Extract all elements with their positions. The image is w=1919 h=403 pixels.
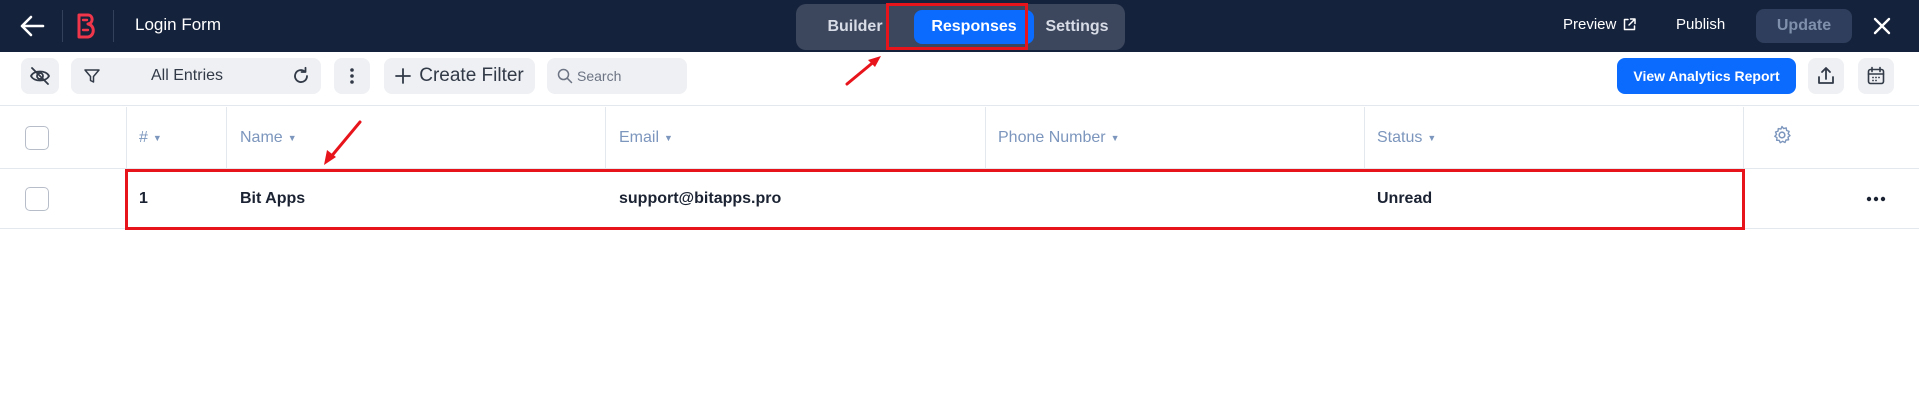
column-header-index[interactable]: # ▼ <box>139 107 162 169</box>
eye-off-icon <box>29 67 51 85</box>
column-divider <box>126 107 127 169</box>
sort-caret-icon: ▼ <box>152 133 162 143</box>
horizontal-dots-icon <box>1866 196 1886 202</box>
tab-responses[interactable]: Responses <box>914 10 1034 44</box>
search-box[interactable] <box>547 58 687 94</box>
column-label: Email <box>619 129 660 146</box>
column-divider <box>605 107 606 169</box>
row-menu-button[interactable] <box>1862 187 1890 211</box>
column-header-email[interactable]: Email ▼ <box>619 107 673 169</box>
top-bar: Login Form Builder Responses Settings Pr… <box>0 0 1919 52</box>
create-filter-button[interactable]: Create Filter <box>384 58 535 94</box>
external-link-icon <box>1624 18 1637 31</box>
select-all-checkbox[interactable] <box>25 126 49 150</box>
date-filter-button[interactable] <box>1858 58 1894 94</box>
entries-filter-dropdown[interactable]: All Entries <box>71 58 321 94</box>
sort-caret-icon: ▼ <box>664 133 673 143</box>
filter-icon <box>84 69 100 83</box>
column-divider <box>226 107 227 169</box>
tab-builder[interactable]: Builder <box>806 10 904 44</box>
gear-icon[interactable] <box>1772 125 1792 145</box>
column-label: Phone Number <box>998 129 1106 146</box>
column-divider <box>1364 107 1365 169</box>
entries-label: All Entries <box>151 67 224 84</box>
sort-caret-icon: ▼ <box>287 133 297 143</box>
column-header-phone[interactable]: Phone Number ▼ <box>998 107 1120 169</box>
more-options-button[interactable] <box>334 58 370 94</box>
column-label: Name <box>240 129 283 146</box>
close-icon <box>1873 17 1891 35</box>
calendar-icon <box>1867 66 1885 85</box>
refresh-icon[interactable] <box>291 66 311 86</box>
update-button[interactable]: Update <box>1756 9 1852 43</box>
column-divider <box>1743 107 1744 169</box>
search-input[interactable] <box>577 68 677 84</box>
divider <box>62 10 63 42</box>
column-divider <box>985 107 986 169</box>
sort-caret-icon: ▼ <box>1110 133 1120 143</box>
divider <box>113 10 114 42</box>
publish-button[interactable]: Publish <box>1676 16 1725 33</box>
create-filter-label: Create Filter <box>419 65 524 86</box>
hide-columns-button[interactable] <box>21 58 59 94</box>
column-header-name[interactable]: Name ▼ <box>240 107 297 169</box>
search-icon <box>557 68 573 84</box>
tab-switcher: Builder Responses Settings <box>796 4 1125 50</box>
cell-status: Unread <box>1377 190 1433 207</box>
cell-email: support@bitapps.pro <box>619 190 782 207</box>
form-title: Login Form <box>135 15 221 34</box>
table-row[interactable]: 1 Bit Apps support@bitapps.pro Unread <box>0 169 1919 229</box>
toolbar: All Entries Create Filter View Analytics… <box>0 52 1919 106</box>
column-label: Status <box>1377 129 1423 146</box>
column-label: # <box>139 129 148 146</box>
tab-settings[interactable]: Settings <box>1036 10 1118 44</box>
upload-icon <box>1818 67 1834 84</box>
sort-caret-icon: ▼ <box>1427 133 1437 143</box>
plus-icon <box>395 68 412 84</box>
preview-label: Preview <box>1563 16 1617 33</box>
close-button[interactable] <box>1868 12 1896 40</box>
row-checkbox[interactable] <box>25 187 49 211</box>
column-header-status[interactable]: Status ▼ <box>1377 107 1436 169</box>
vertical-dots-icon <box>350 68 354 84</box>
view-analytics-report-button[interactable]: View Analytics Report <box>1617 58 1796 94</box>
back-button[interactable] <box>14 10 50 42</box>
preview-button[interactable]: Preview <box>1563 16 1637 33</box>
bit-apps-logo-icon <box>74 12 100 40</box>
arrow-left-icon <box>20 15 45 37</box>
export-button[interactable] <box>1808 58 1844 94</box>
cell-name: Bit Apps <box>240 190 306 207</box>
cell-index: 1 <box>139 190 148 207</box>
table-header: # ▼ Name ▼ Email ▼ Phone Number ▼ Status ▼ <box>0 107 1919 169</box>
